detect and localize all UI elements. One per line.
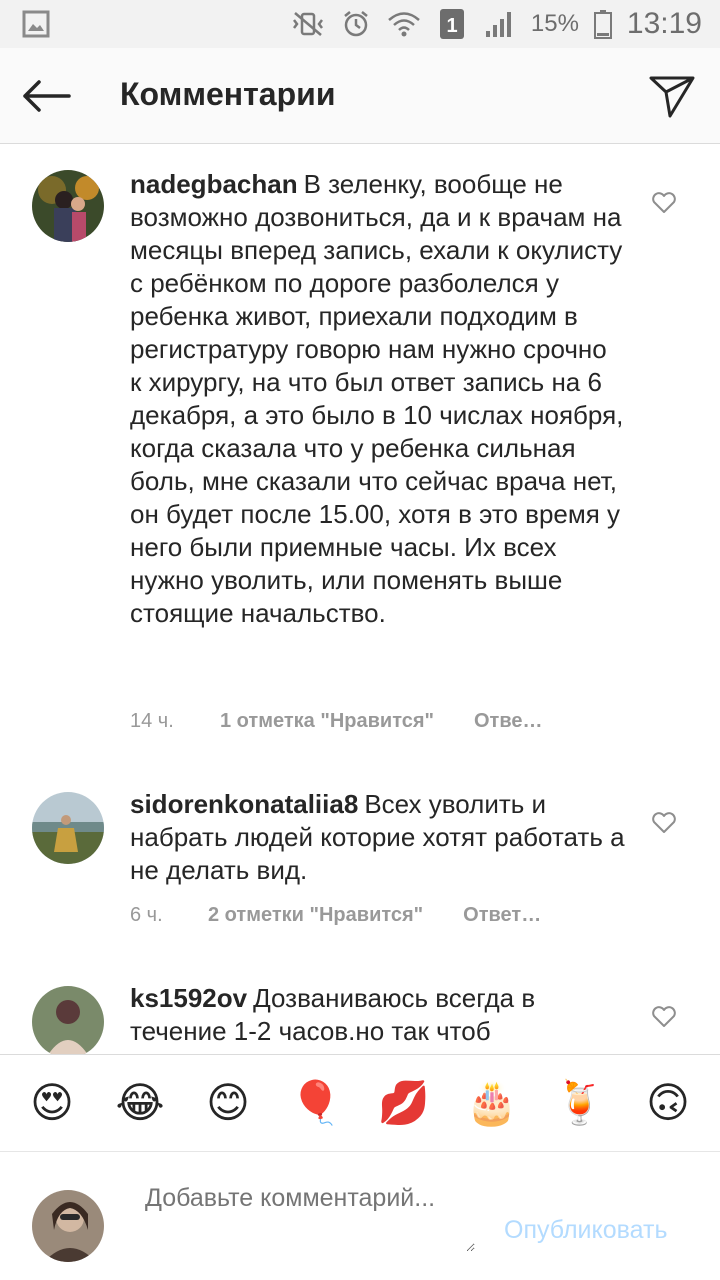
emoji-balloon-button[interactable]: 🎈 xyxy=(288,1075,344,1131)
comment-text: sidorenkonataliia8 Всех уволить и набрать… xyxy=(130,788,625,887)
avatar[interactable] xyxy=(32,170,104,242)
arrow-left-icon xyxy=(23,80,71,112)
comment-meta: 14 ч. 1 отметка "Нравится" Отве… xyxy=(130,710,543,733)
comment-meta: 6 ч. 2 отметки "Нравится" Ответ… xyxy=(130,904,541,927)
avatar xyxy=(32,1190,104,1262)
gallery-notification-icon xyxy=(22,10,50,38)
wifi-icon xyxy=(387,9,421,39)
clock: 13:19 xyxy=(626,7,702,40)
comment-text: ks1592ov Дозваниваюсь всегда в течение 1-… xyxy=(130,982,625,1048)
vibrate-icon xyxy=(291,9,325,39)
comment-body: В зеленку, вообще не возможно дозвонитьс… xyxy=(130,169,624,628)
reply-button[interactable]: Отве… xyxy=(474,710,543,733)
status-bar: 1 15% 13:19 xyxy=(0,0,720,48)
like-button[interactable] xyxy=(648,188,680,218)
sim-slot-label: 1 xyxy=(446,15,457,37)
heart-icon xyxy=(652,812,676,833)
emoji-cocktail-button[interactable]: 🍹 xyxy=(552,1075,608,1131)
comment-input[interactable] xyxy=(145,1182,475,1252)
emoji-kiss-lips-button[interactable]: 💋 xyxy=(376,1075,432,1131)
alarm-icon xyxy=(339,9,373,39)
emoji-smiling-blush-button[interactable]: 😊 xyxy=(200,1075,256,1131)
comment-time: 14 ч. xyxy=(130,710,174,732)
paper-plane-icon xyxy=(649,76,695,118)
app-header: Комментарии xyxy=(0,48,720,144)
comment-username[interactable]: sidorenkonataliia8 xyxy=(130,789,358,819)
emoji-heart-eyes-button[interactable]: 😍 xyxy=(24,1075,80,1131)
page-title: Комментарии xyxy=(120,76,336,112)
comment-username[interactable]: nadegbachan xyxy=(130,169,298,199)
back-button[interactable] xyxy=(18,72,74,120)
heart-icon xyxy=(652,1006,676,1027)
signal-icon xyxy=(483,9,517,39)
comment-text: nadegbachan В зеленку, вообще не возможно… xyxy=(130,168,625,630)
emoji-quick-bar: 😍 😂 😊 🎈 💋 🎂 🍹 🙃 xyxy=(0,1054,720,1152)
comment-likes-link[interactable]: 1 отметка "Нравится" xyxy=(220,710,434,733)
battery-icon xyxy=(593,9,613,39)
heart-icon xyxy=(652,192,676,213)
publish-button[interactable]: Опубликовать xyxy=(504,1216,667,1245)
avatar[interactable] xyxy=(32,792,104,864)
like-button[interactable] xyxy=(648,808,680,838)
emoji-birthday-cake-button[interactable]: 🎂 xyxy=(464,1075,520,1131)
emoji-upside-down-face-button[interactable]: 🙃 xyxy=(640,1075,696,1131)
comment-likes-link[interactable]: 2 отметки "Нравится" xyxy=(208,904,423,927)
comment-item: ks1592ov Дозваниваюсь всегда в течение 1-… xyxy=(0,982,720,1054)
battery-percent: 15% xyxy=(530,10,579,37)
comment-username[interactable]: ks1592ov xyxy=(130,983,247,1013)
reply-button[interactable]: Ответ… xyxy=(463,904,541,927)
avatar[interactable] xyxy=(32,986,104,1054)
direct-message-button[interactable] xyxy=(646,70,698,122)
like-button[interactable] xyxy=(648,1002,680,1032)
sim-slot-icon: 1 xyxy=(435,9,469,39)
comment-composer: Опубликовать xyxy=(0,1152,720,1280)
comment-time: 6 ч. xyxy=(130,904,163,926)
emoji-tears-of-joy-button[interactable]: 😂 xyxy=(112,1075,168,1131)
